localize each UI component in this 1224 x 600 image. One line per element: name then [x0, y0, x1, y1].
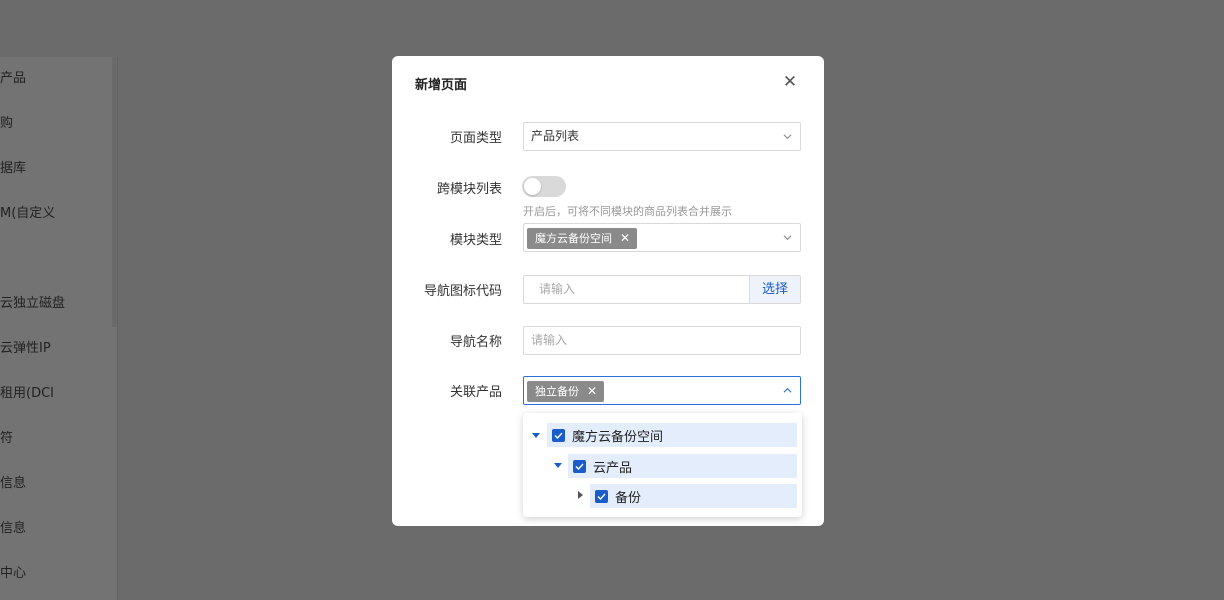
nav-name-input[interactable]: 请输入	[523, 326, 801, 355]
related-product-select[interactable]: 独立备份 ✕	[523, 376, 801, 405]
caret-down-icon[interactable]	[531, 430, 541, 440]
tag-label: 魔方云备份空间	[535, 232, 612, 245]
chevron-down-icon	[783, 134, 792, 140]
sidebar-item: M(自定义	[0, 206, 56, 221]
module-type-tag: 魔方云备份空间 ✕	[527, 228, 638, 249]
nav-icon-code-input[interactable]: 请输入	[523, 275, 749, 304]
checkbox-checked[interactable]	[573, 459, 586, 473]
tag-label: 独立备份	[535, 385, 579, 398]
tree-node-label: 备份	[615, 490, 642, 506]
page-type-label: 页面类型	[449, 131, 502, 146]
tree-node[interactable]: 备份	[590, 484, 797, 508]
chevron-up-icon	[783, 387, 792, 393]
checkbox-checked[interactable]	[595, 489, 608, 503]
nav-name-placeholder: 请输入	[531, 333, 568, 347]
cross-module-hint: 开启后，可将不同模块的商品列表合并展示	[523, 205, 732, 218]
nav-icon-code-group: 请输入 选择	[523, 275, 801, 304]
dialog-title: 新增页面	[415, 78, 468, 93]
select-icon-button[interactable]: 选择	[749, 275, 801, 304]
sidebar-item: 云弹性IP	[0, 341, 51, 356]
caret-right-icon[interactable]	[575, 490, 585, 500]
sidebar-item: 信息	[0, 521, 27, 536]
nav-icon-code-label: 导航图标代码	[423, 284, 502, 299]
page-type-select[interactable]: 产品列表	[523, 122, 801, 151]
sidebar-item: 符	[0, 431, 14, 446]
related-product-label: 关联产品	[449, 385, 502, 400]
sidebar-item: 据库	[0, 161, 27, 176]
sidebar-item: 租用(DCI	[0, 386, 54, 401]
nav-icon-code-placeholder: 请输入	[539, 282, 576, 296]
tree-node-label: 云产品	[593, 460, 633, 476]
tree-node[interactable]: 魔方云备份空间	[547, 423, 797, 447]
module-type-label: 模块类型	[449, 233, 502, 248]
caret-down-icon[interactable]	[553, 460, 563, 470]
sidebar-scrollbar	[112, 57, 117, 327]
page-type-value: 产品列表	[531, 129, 580, 143]
tree-node-label: 魔方云备份空间	[572, 429, 664, 445]
sidebar-item: 购	[0, 116, 14, 131]
cross-module-label: 跨模块列表	[436, 182, 502, 197]
sidebar-item: 信息	[0, 476, 27, 491]
tree-node[interactable]: 云产品	[568, 454, 797, 478]
related-product-tag: 独立备份 ✕	[527, 381, 605, 402]
close-icon[interactable]: ✕	[780, 70, 800, 94]
module-type-select[interactable]: 魔方云备份空间 ✕	[523, 223, 801, 252]
tag-close-icon[interactable]: ✕	[620, 231, 630, 245]
sidebar-item: 中心	[0, 566, 27, 581]
checkbox-checked[interactable]	[552, 428, 565, 442]
tag-close-icon[interactable]: ✕	[587, 384, 597, 398]
related-product-dropdown: 魔方云备份空间 云产品 备份	[523, 413, 802, 517]
toggle-knob	[524, 178, 541, 195]
nav-name-label: 导航名称	[449, 335, 502, 350]
sidebar-item: 产品	[0, 71, 27, 86]
chevron-down-icon	[783, 235, 792, 241]
cross-module-toggle[interactable]	[522, 176, 566, 197]
sidebar-item: 云独立磁盘	[0, 296, 66, 311]
